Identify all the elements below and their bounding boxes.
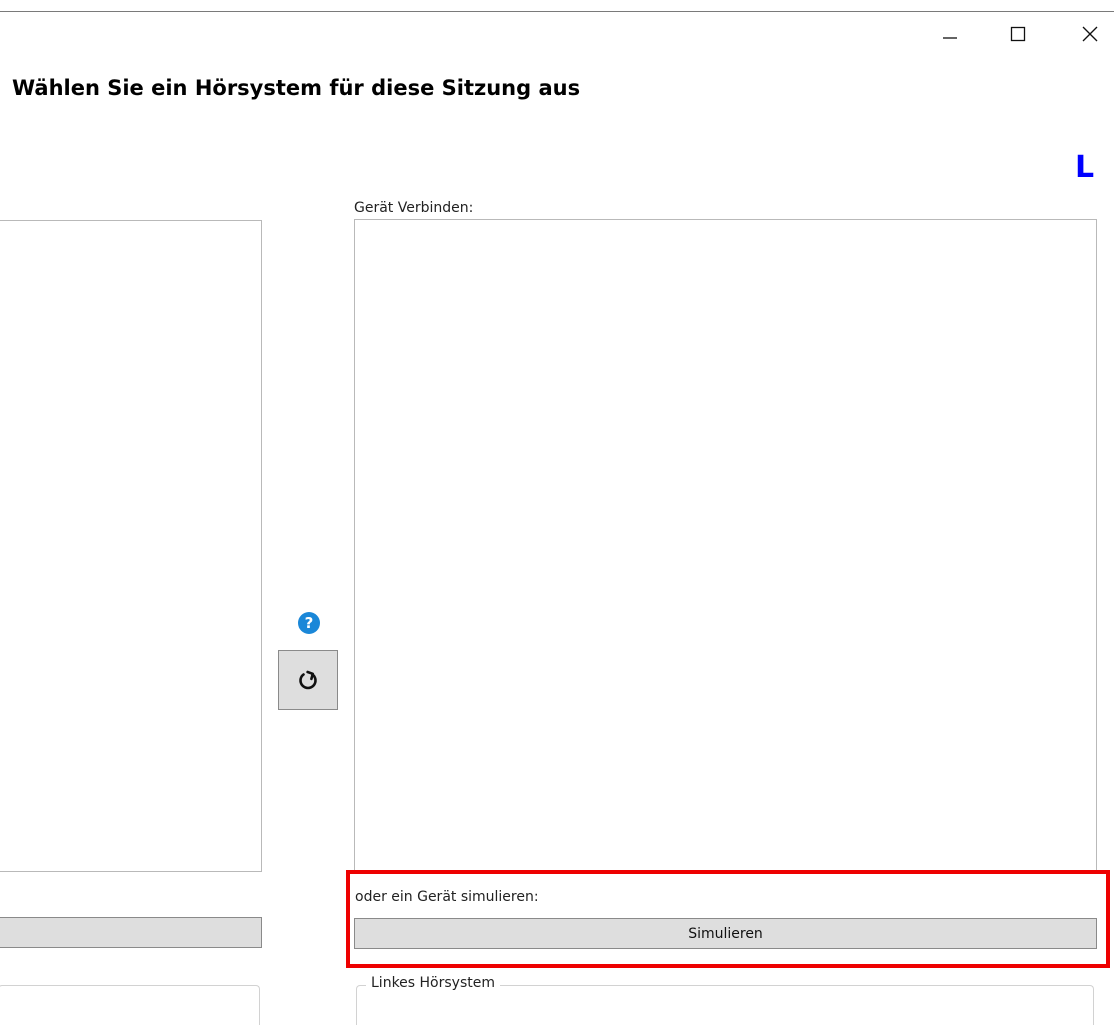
maximize-icon [1010,26,1026,42]
window-top-border [0,11,1114,12]
connect-device-label: Gerät Verbinden: [354,200,474,216]
maximize-button[interactable] [996,14,1040,54]
left-hearing-system-legend: Linkes Hörsystem [366,975,500,991]
connect-device-list[interactable] [354,219,1097,874]
available-devices-list[interactable] [0,220,262,872]
side-indicator-left: L [1075,150,1095,185]
close-button[interactable] [1068,14,1112,54]
minimize-icon [943,37,957,39]
left-panel-groupbox [0,985,260,1025]
dialog-title: Wählen Sie ein Hörsystem für diese Sitzu… [12,76,581,100]
refresh-icon [299,670,317,690]
left-panel-button[interactable] [0,917,262,948]
minimize-button[interactable] [928,14,972,54]
left-hearing-system-groupbox [356,985,1094,1025]
highlight-box [346,870,1110,968]
question-circle-icon[interactable]: ? [298,612,320,634]
refresh-button[interactable] [278,650,338,710]
close-icon [1082,26,1098,42]
